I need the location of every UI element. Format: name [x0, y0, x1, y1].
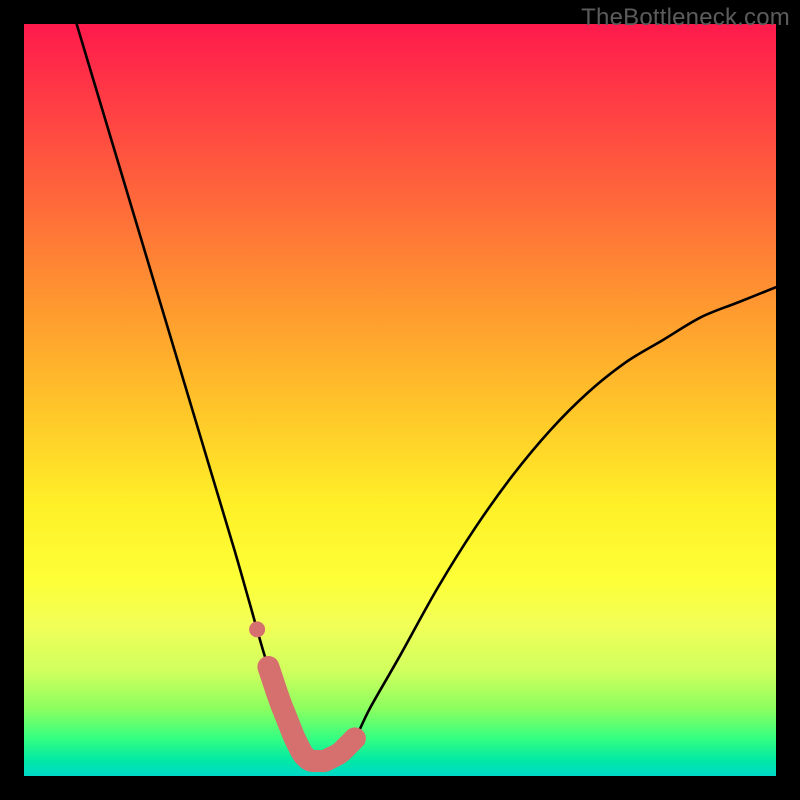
chart-area — [24, 24, 776, 776]
watermark-text: TheBottleneck.com — [581, 4, 790, 32]
curve-left — [77, 24, 310, 761]
highlight-dot — [249, 621, 265, 637]
curve-right — [310, 287, 776, 761]
highlight-segment — [268, 667, 354, 761]
chart-svg — [24, 24, 776, 776]
